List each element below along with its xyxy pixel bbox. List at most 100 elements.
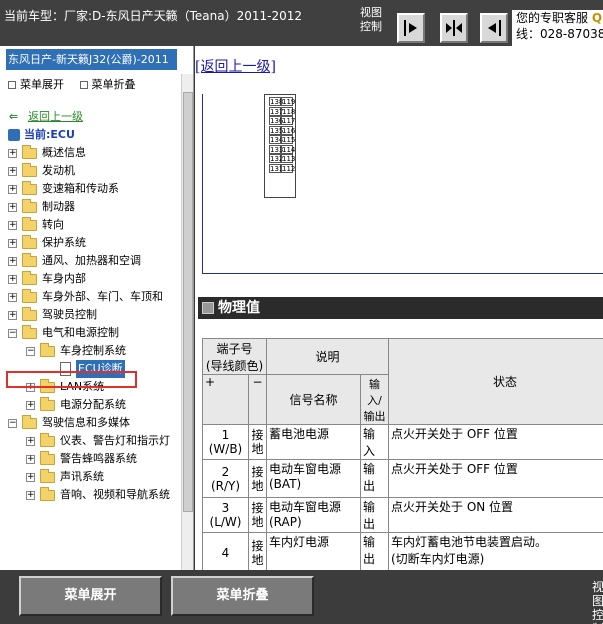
- collapse-node-icon[interactable]: −: [26, 347, 35, 356]
- pin-number: 137: [269, 106, 284, 116]
- ground-cell: 接地: [248, 424, 267, 460]
- signal-cell: 蓄电池电源: [266, 424, 361, 460]
- scrollbar-thumb[interactable]: [183, 92, 193, 512]
- tree-item[interactable]: + 保护系统: [0, 234, 181, 252]
- expand-node-icon[interactable]: +: [26, 491, 35, 500]
- pin-row: 131 112: [269, 163, 295, 174]
- expand-node-icon[interactable]: +: [26, 455, 35, 464]
- th-terminal: 端子号 (导线颜色): [202, 338, 267, 375]
- pin-number: 133: [269, 144, 284, 154]
- tree-item[interactable]: + 变速箱和传动系: [0, 180, 181, 198]
- tree-item-label: LAN系统: [60, 380, 105, 393]
- pin-row: 133 114: [269, 144, 295, 155]
- collapse-menu-button[interactable]: 菜单折叠: [171, 576, 314, 616]
- folder-icon: [22, 163, 37, 177]
- pin-number: 138: [269, 97, 284, 106]
- expand-node-icon[interactable]: +: [8, 203, 17, 212]
- tree-item[interactable]: ECU诊断: [0, 360, 181, 378]
- collapse-menu-link[interactable]: 菜单折叠: [79, 78, 136, 91]
- folder-icon: [40, 343, 55, 357]
- tree-item[interactable]: + 警告蜂鸣器系统: [0, 450, 181, 468]
- tree-item-label: 转向: [42, 218, 64, 231]
- expand-node-icon[interactable]: +: [8, 149, 17, 158]
- contact-phone: 线：028-870387: [516, 27, 603, 41]
- expand-menu-link[interactable]: 菜单展开: [8, 78, 64, 91]
- tree-item[interactable]: − 驾驶信息和多媒体: [0, 414, 181, 432]
- tree-item[interactable]: − 电气和电源控制: [0, 324, 181, 342]
- pin-row: 137 118: [269, 106, 295, 117]
- expand-node-icon[interactable]: +: [8, 185, 17, 194]
- tree-item[interactable]: + 车身内部: [0, 270, 181, 288]
- folder-icon: [22, 217, 37, 231]
- tree-scrollbar[interactable]: [181, 74, 193, 570]
- tree-item-label: 保护系统: [42, 236, 86, 249]
- pin-row: 136 117: [269, 116, 296, 126]
- pin-cell: 4: [202, 532, 249, 570]
- expand-node-icon[interactable]: +: [26, 401, 35, 410]
- state-cell: 点火开关处于 ON 位置: [388, 497, 603, 533]
- tree-back-item[interactable]: ⇐ 返回上一级: [0, 108, 181, 126]
- tree-item[interactable]: + 通风、加热器和空调: [0, 252, 181, 270]
- back-arrow-icon: ⇐: [9, 110, 19, 123]
- connector-diagram: 138 119 137 118 136 117 135 116 134 115 133 114 132 1…: [202, 94, 603, 274]
- collapse-node-icon[interactable]: −: [8, 419, 17, 428]
- expand-node-icon[interactable]: +: [26, 473, 35, 482]
- section-square-icon: [202, 302, 214, 314]
- tree-item-label: 通风、加热器和空调: [42, 254, 141, 267]
- pin-number: 134: [269, 135, 284, 144]
- ground-cell: 接地: [248, 459, 267, 498]
- expand-node-icon[interactable]: +: [8, 221, 17, 230]
- navigation-tree: ⇐ 返回上一级 当前:ECU + 概述信息 + 发动机 + 变速箱和传动系 + 制动器 + 转向 +…: [0, 108, 181, 504]
- io-cell: 输出: [360, 532, 389, 570]
- tree-item-label: 音响、视频和导航系统: [60, 488, 170, 501]
- expand-node-icon[interactable]: +: [8, 167, 17, 176]
- document-icon: [60, 362, 71, 376]
- table-row: 1 (W/B) 接地 蓄电池电源 输入 点火开关处于 OFF 位置: [202, 424, 603, 460]
- tree-item[interactable]: + 电源分配系统: [0, 396, 181, 414]
- tree-item[interactable]: + 驾驶员控制: [0, 306, 181, 324]
- tree-item[interactable]: + 转向: [0, 216, 181, 234]
- state-cell: 点火开关处于 OFF 位置: [388, 459, 603, 498]
- tree-item[interactable]: + 车身外部、车门、车顶和: [0, 288, 181, 306]
- ground-cell: 接地: [248, 532, 267, 570]
- tree-item-label: 警告蜂鸣器系统: [60, 452, 137, 465]
- folder-icon: [40, 433, 55, 447]
- tree-item[interactable]: − 车身控制系统: [0, 342, 181, 360]
- expand-node-icon[interactable]: +: [26, 383, 35, 392]
- tree-item[interactable]: + 制动器: [0, 198, 181, 216]
- view-right-panel-button[interactable]: [480, 13, 508, 43]
- left-navigation-panel: 东风日产-新天籁J32(公爵)-2011 菜单展开 菜单折叠 ⇐ 返回上一级 当…: [0, 46, 194, 570]
- folder-icon: [22, 235, 37, 249]
- expand-node-icon[interactable]: +: [8, 239, 17, 248]
- folder-icon: [22, 145, 37, 159]
- tree-item[interactable]: + 音响、视频和导航系统: [0, 486, 181, 504]
- collapse-node-icon[interactable]: −: [8, 329, 17, 338]
- expand-node-icon[interactable]: +: [8, 293, 17, 302]
- expand-node-icon[interactable]: +: [26, 437, 35, 446]
- table-row: 2 (R/Y) 接地 电动车窗电源 (BAT) 输出 点火开关处于 OFF 位置: [202, 459, 603, 498]
- ground-cell: 接地: [248, 497, 267, 533]
- tree-item[interactable]: + 概述信息: [0, 144, 181, 162]
- tree-item[interactable]: + LAN系统: [0, 378, 181, 396]
- physical-values-table: 端子号 (导线颜色) 说明 状态 + − 信号名称 输入/输出 1 (W/B) 接…: [202, 338, 603, 570]
- connector-pins: 138 119 137 118 136 117 135 116 134 115 133 114 132 1…: [269, 97, 296, 174]
- tree-item-label: 驾驶员控制: [42, 308, 97, 321]
- expand-node-icon[interactable]: +: [8, 311, 17, 320]
- section-header: 物理值: [198, 297, 603, 319]
- view-left-panel-button[interactable]: [397, 13, 425, 43]
- table-row: 4 接地 车内灯电源 输出 车内灯蓄电池节电装置启动。 (切断车内灯电源): [202, 532, 603, 570]
- tree-item[interactable]: + 发动机: [0, 162, 181, 180]
- pin-number: 117: [281, 116, 296, 125]
- content-panel: [返回上一级] 138 119 137 118 136 117 135 116 134 115 13…: [195, 46, 603, 570]
- view-split-button[interactable]: [440, 13, 468, 43]
- expand-menu-button[interactable]: 菜单展开: [19, 576, 162, 616]
- folder-icon: [22, 289, 37, 303]
- tree-item-label: 车身控制系统: [60, 344, 126, 357]
- expand-node-icon[interactable]: +: [8, 275, 17, 284]
- tree-current-label: 当前:ECU: [24, 128, 75, 141]
- expand-node-icon[interactable]: +: [8, 257, 17, 266]
- io-cell: 输出: [360, 497, 389, 533]
- tree-item[interactable]: + 仪表、警告灯和指示灯: [0, 432, 181, 450]
- back-link[interactable]: [返回上一级]: [195, 56, 276, 76]
- tree-item[interactable]: + 声讯系统: [0, 468, 181, 486]
